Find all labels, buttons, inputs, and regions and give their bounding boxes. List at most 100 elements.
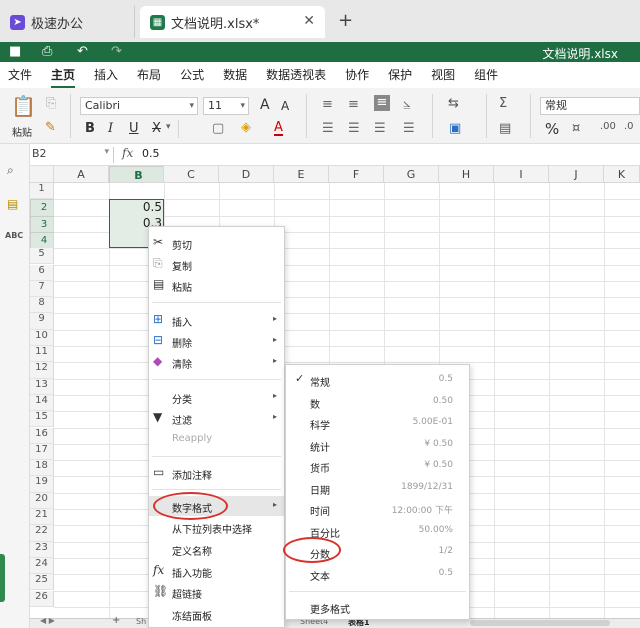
- menu-insert[interactable]: 插入: [94, 62, 118, 88]
- format-scientific[interactable]: 科学 5.00E-01: [286, 413, 469, 433]
- name-box[interactable]: B2 ▾: [32, 147, 114, 163]
- increase-decimal-icon[interactable]: .00: [600, 121, 616, 132]
- col-header[interactable]: F: [329, 166, 384, 183]
- tab-document[interactable]: ▦ 文档说明.xlsx* ✕: [140, 6, 325, 38]
- row-header[interactable]: 17: [30, 443, 54, 461]
- add-sheet-icon[interactable]: +: [112, 615, 120, 626]
- merge-cells-icon[interactable]: ▣: [449, 121, 461, 136]
- row-header[interactable]: 21: [30, 509, 54, 526]
- row-header[interactable]: 1: [30, 183, 54, 200]
- row-header[interactable]: 22: [30, 525, 54, 542]
- row-header[interactable]: 9: [30, 313, 54, 330]
- col-header[interactable]: E: [274, 166, 329, 183]
- row-header[interactable]: 14: [30, 394, 54, 412]
- font-family-select[interactable]: Calibri ▾: [80, 97, 198, 115]
- comment-icon[interactable]: ▤: [7, 197, 18, 211]
- row-header[interactable]: 11: [30, 346, 54, 363]
- fill-color-icon[interactable]: ◈: [241, 120, 251, 135]
- sheet-tab[interactable]: Sh: [136, 617, 146, 626]
- row-header[interactable]: 10: [30, 329, 54, 346]
- menu-layout[interactable]: 布局: [137, 62, 161, 88]
- menu-item-freeze-panes[interactable]: 冻结面板: [149, 604, 284, 624]
- font-size-select[interactable]: 11 ▾: [203, 97, 249, 115]
- format-time[interactable]: 时间 12:00:00 下午: [286, 499, 469, 519]
- col-header[interactable]: H: [439, 166, 494, 183]
- save-icon[interactable]: ■: [9, 44, 21, 59]
- currency-icon[interactable]: ¤: [572, 121, 580, 136]
- row-header[interactable]: 15: [30, 411, 54, 428]
- search-icon[interactable]: ⌕: [7, 163, 14, 178]
- menu-item-clear[interactable]: ◆ 清除 ▸: [149, 352, 284, 372]
- menu-item-add-comment[interactable]: ▭ 添加注释: [149, 463, 284, 483]
- formula-input[interactable]: 0.5: [142, 147, 160, 160]
- text-orientation-icon[interactable]: ⦥: [403, 96, 410, 111]
- format-date[interactable]: 日期 1899/12/31: [286, 478, 469, 498]
- row-header[interactable]: 26: [30, 590, 54, 607]
- corner-select-all[interactable]: [30, 166, 54, 183]
- number-format-select[interactable]: 常规: [540, 97, 640, 115]
- autosum-icon[interactable]: Σ: [499, 96, 507, 111]
- align-center-icon[interactable]: ☰: [348, 121, 360, 136]
- row-header[interactable]: 4: [30, 231, 54, 249]
- menu-components[interactable]: 组件: [474, 62, 498, 88]
- align-middle-icon[interactable]: ≡: [348, 97, 359, 112]
- row-header[interactable]: 7: [30, 280, 54, 298]
- paste-icon[interactable]: 📋: [11, 94, 36, 118]
- format-number[interactable]: 数 0.50: [286, 392, 469, 412]
- format-currency[interactable]: 货币 ¥ 0.50: [286, 456, 469, 476]
- row-header[interactable]: 12: [30, 362, 54, 379]
- font-color-button[interactable]: A: [274, 121, 283, 136]
- row-header[interactable]: 3: [30, 215, 54, 232]
- col-header[interactable]: G: [384, 166, 439, 183]
- menu-formula[interactable]: 公式: [180, 62, 204, 88]
- menu-item-sort[interactable]: 分类 ▸: [149, 387, 284, 407]
- row-header[interactable]: 13: [30, 378, 54, 395]
- italic-button[interactable]: I: [108, 121, 113, 136]
- menu-item-cut[interactable]: ✂ 剪切: [149, 233, 284, 253]
- menu-item-filter[interactable]: ▼ 过滤 ▸: [149, 408, 284, 428]
- bold-button[interactable]: B: [85, 121, 95, 136]
- copy-icon[interactable]: ⎘: [46, 96, 56, 111]
- menu-item-insert-function[interactable]: fx 插入功能: [149, 561, 284, 581]
- menu-item-hyperlink[interactable]: ⛓ 超链接: [149, 582, 284, 602]
- menu-home[interactable]: 主页: [51, 62, 76, 88]
- decrease-decimal-icon[interactable]: .0: [624, 121, 634, 132]
- format-painter-icon[interactable]: ✎: [45, 120, 56, 135]
- menu-item-define-name[interactable]: 定义名称: [149, 539, 284, 559]
- menu-item-copy[interactable]: ⎘ 复制: [149, 254, 284, 274]
- format-more[interactable]: 更多格式: [286, 597, 469, 617]
- horizontal-scrollbar[interactable]: [470, 620, 610, 626]
- shrink-font-button[interactable]: A: [281, 99, 289, 113]
- row-header[interactable]: 5: [30, 248, 54, 265]
- menu-item-delete[interactable]: ⊟ 删除 ▸: [149, 331, 284, 351]
- menu-item-insert[interactable]: ⊞ 插入 ▸: [149, 310, 284, 330]
- col-header[interactable]: C: [164, 166, 219, 183]
- row-header[interactable]: 24: [30, 557, 54, 575]
- row-header[interactable]: 25: [30, 574, 54, 591]
- spellcheck-icon[interactable]: ABC: [5, 231, 23, 240]
- align-top-icon[interactable]: ≡: [322, 97, 333, 112]
- menu-data[interactable]: 数据: [223, 62, 247, 88]
- justify-icon[interactable]: ☰: [403, 121, 415, 136]
- col-header[interactable]: A: [54, 166, 109, 183]
- align-left-icon[interactable]: ☰: [322, 121, 334, 136]
- percent-button[interactable]: %: [545, 120, 559, 138]
- redo-icon[interactable]: ↷: [111, 44, 122, 59]
- row-header[interactable]: 8: [30, 297, 54, 314]
- col-header[interactable]: I: [494, 166, 549, 183]
- underline-button[interactable]: U: [129, 121, 139, 136]
- tab-home[interactable]: ➤ 极速办公: [0, 6, 135, 38]
- row-header[interactable]: 6: [30, 264, 54, 281]
- align-right-icon[interactable]: ☰: [374, 121, 386, 136]
- sheet-nav-icon[interactable]: ◀ ▶: [40, 616, 55, 625]
- strike-button[interactable]: X: [152, 121, 161, 136]
- menu-file[interactable]: 文件: [8, 62, 32, 88]
- function-icon[interactable]: fx: [122, 146, 133, 160]
- grow-font-button[interactable]: A: [260, 97, 270, 113]
- new-tab-icon[interactable]: +: [338, 10, 353, 31]
- col-header[interactable]: K: [604, 166, 640, 183]
- col-header[interactable]: B: [109, 166, 164, 183]
- col-header[interactable]: D: [219, 166, 274, 183]
- row-header[interactable]: 20: [30, 492, 54, 509]
- menu-protect[interactable]: 保护: [388, 62, 412, 88]
